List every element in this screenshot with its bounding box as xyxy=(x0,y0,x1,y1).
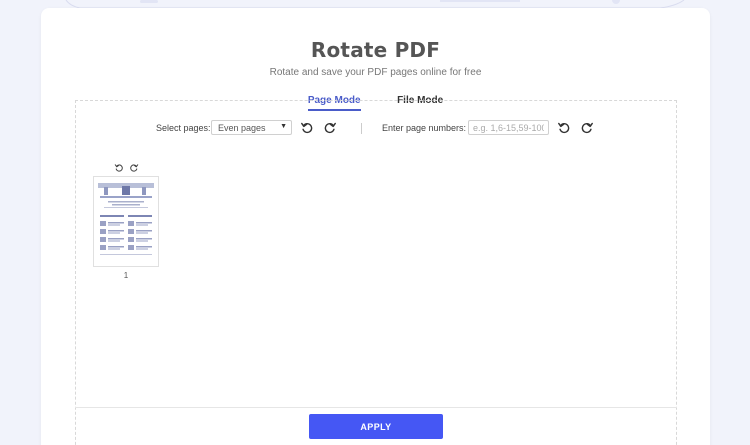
page-preview-image xyxy=(98,183,154,255)
caret-down-icon: ▼ xyxy=(280,123,287,130)
footer-divider xyxy=(75,407,677,408)
rotate-pdf-card: Rotate PDF Rotate and save your PDF page… xyxy=(41,8,710,445)
page-number: 1 xyxy=(123,271,129,280)
select-pages-dropdown[interactable]: Even pages ▼ xyxy=(211,120,292,135)
select-pages-label: Select pages: xyxy=(156,123,211,133)
rotate-toolbar: Select pages: Even pages ▼ Enter page nu… xyxy=(76,120,676,138)
toolbar-divider xyxy=(361,123,362,134)
page-rotate-right-icon[interactable] xyxy=(129,163,139,173)
page-mode-panel: Select pages: Even pages ▼ Enter page nu… xyxy=(75,100,677,445)
page-numbers-input[interactable] xyxy=(468,120,549,135)
page-thumbnail[interactable] xyxy=(93,176,159,267)
page-rotate-left-icon[interactable] xyxy=(114,163,124,173)
apply-button[interactable]: APPLY xyxy=(309,414,443,439)
page-subtitle: Rotate and save your PDF pages online fo… xyxy=(269,67,482,78)
rotate-left-icon[interactable] xyxy=(557,121,571,135)
page-numbers-label: Enter page numbers: xyxy=(382,123,467,133)
page-title: Rotate PDF xyxy=(310,38,441,62)
rotate-left-icon[interactable] xyxy=(300,121,314,135)
rotate-right-icon[interactable] xyxy=(580,121,594,135)
rotate-right-icon[interactable] xyxy=(323,121,337,135)
select-pages-value: Even pages xyxy=(218,123,266,133)
